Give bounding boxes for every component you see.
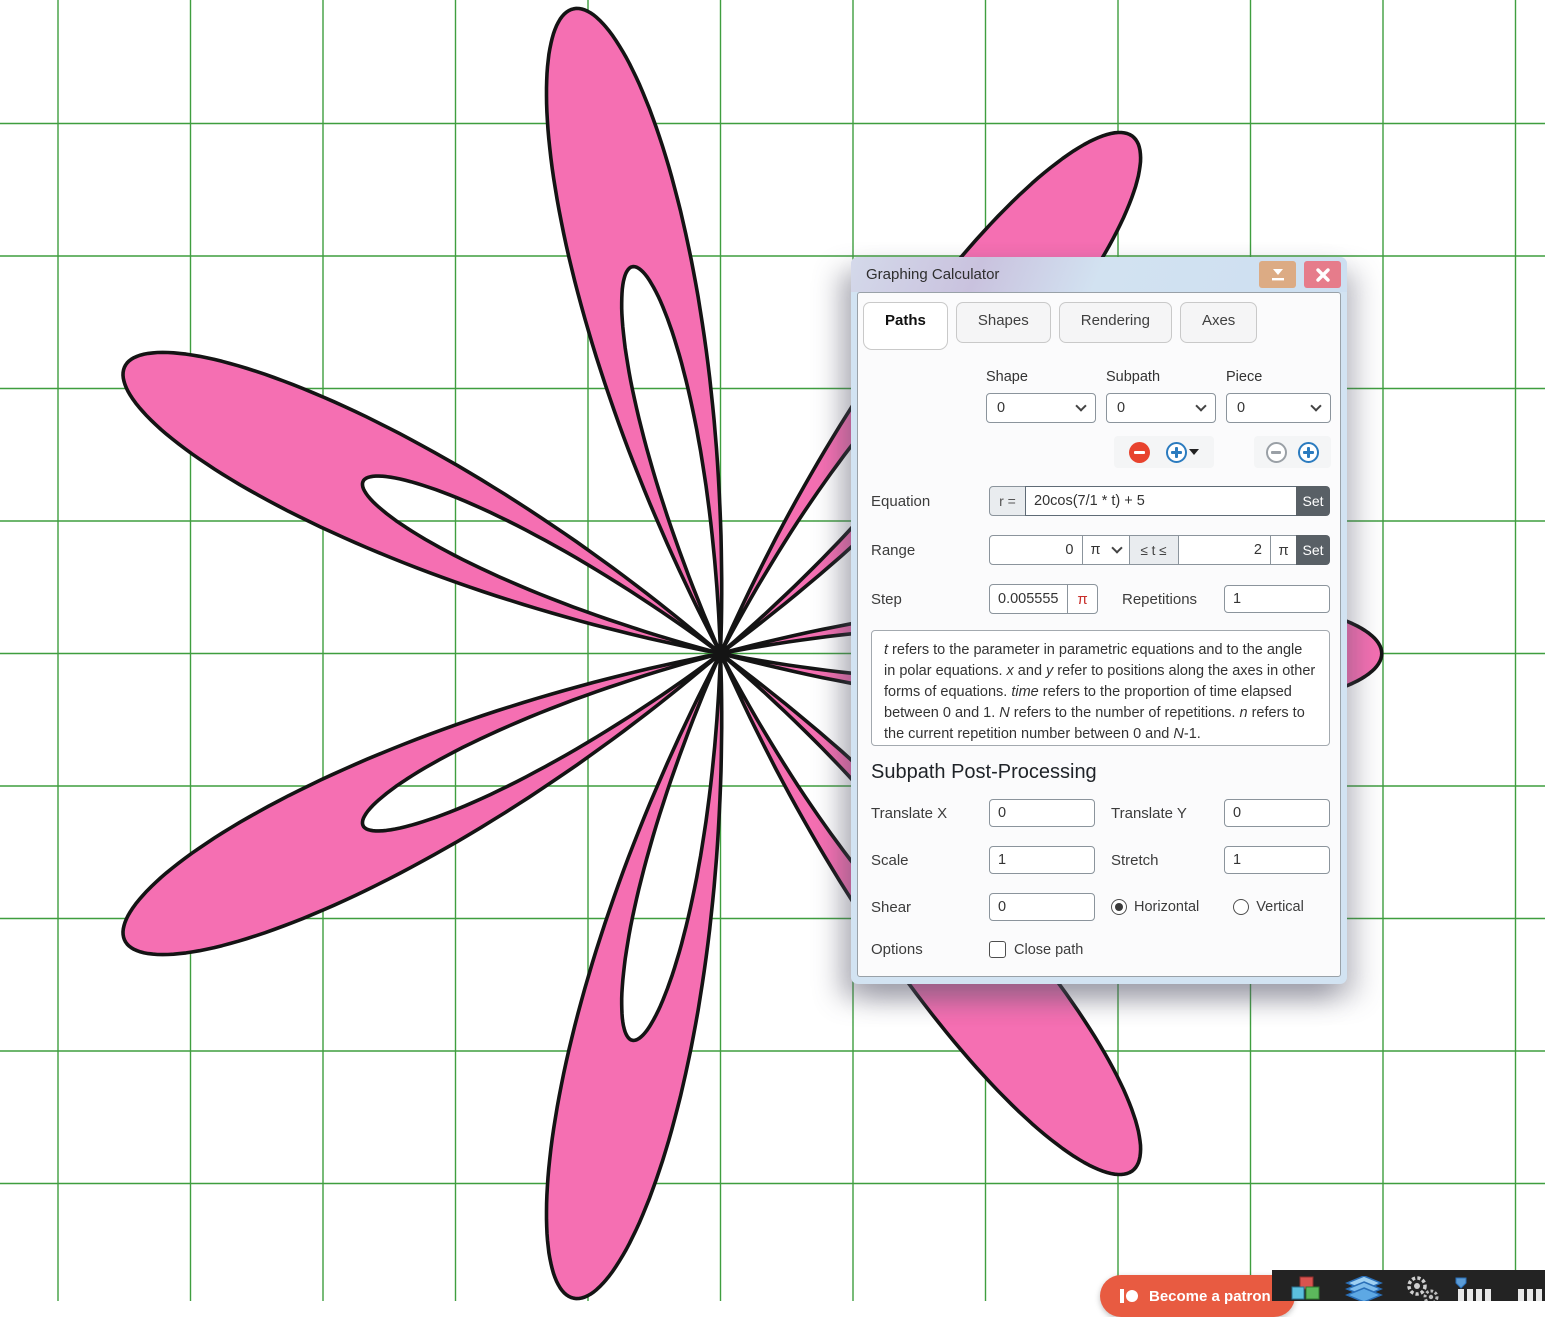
shear-label: Shear (871, 899, 989, 916)
dialog-panel: Paths Shapes Rendering Axes Shape Subpat… (857, 292, 1341, 977)
piece-remove-button[interactable] (1266, 442, 1287, 463)
chevron-down-icon (1111, 542, 1122, 553)
shear-vertical-label: Vertical (1256, 899, 1304, 915)
collapse-icon (1269, 268, 1287, 282)
stretch-label: Stretch (1111, 852, 1210, 869)
subpath-label: Subpath (1106, 369, 1160, 385)
graphing-calculator-dialog: Graphing Calculator Paths Shapes Renderi… (851, 257, 1347, 984)
piece-buttons-strip (1254, 436, 1331, 468)
scale-input[interactable] (989, 846, 1095, 874)
level-meter-icon[interactable] (1454, 1276, 1500, 1301)
options-label: Options (871, 941, 989, 958)
shear-input[interactable] (989, 893, 1095, 921)
dialog-title: Graphing Calculator (866, 266, 999, 283)
tab-paths[interactable]: Paths (863, 302, 948, 350)
close-icon (1316, 268, 1330, 282)
shear-horizontal-radio[interactable] (1111, 899, 1127, 915)
range-min-unit-select[interactable]: π (1082, 535, 1130, 565)
post-processing-heading: Subpath Post-Processing (871, 761, 1097, 784)
shape-label: Shape (986, 369, 1028, 385)
range-min-input[interactable] (989, 535, 1083, 565)
close-button[interactable] (1304, 261, 1341, 288)
close-path-label: Close path (1014, 942, 1083, 958)
translate-x-label: Translate X (871, 805, 989, 822)
equation-prefix: r = (989, 486, 1026, 516)
range-label: Range (871, 542, 989, 559)
chevron-down-icon (1310, 400, 1321, 411)
tab-axes[interactable]: Axes (1180, 302, 1257, 343)
translate-x-input[interactable] (989, 799, 1095, 827)
blocks-icon[interactable] (1288, 1276, 1324, 1301)
subpath-add-button[interactable] (1166, 442, 1187, 463)
step-label: Step (871, 591, 989, 608)
piece-label: Piece (1226, 369, 1262, 385)
range-set-button[interactable]: Set (1296, 535, 1330, 565)
close-path-checkbox[interactable] (989, 941, 1006, 958)
shear-vertical-radio[interactable] (1233, 899, 1249, 915)
layers-icon[interactable] (1344, 1276, 1384, 1301)
translate-y-label: Translate Y (1111, 805, 1210, 822)
equation-label: Equation (871, 493, 989, 510)
scale-label: Scale (871, 852, 989, 869)
tab-shapes[interactable]: Shapes (956, 302, 1051, 343)
piece-add-button[interactable] (1298, 442, 1319, 463)
taskbar (1272, 1270, 1545, 1301)
step-input[interactable] (989, 584, 1068, 614)
become-a-patron-button[interactable]: Become a patron (1100, 1275, 1295, 1317)
translate-y-input[interactable] (1224, 799, 1330, 827)
shape-select[interactable]: 0 (986, 393, 1096, 423)
equation-input[interactable] (1025, 486, 1297, 516)
subpath-select[interactable]: 0 (1106, 393, 1216, 423)
shear-horizontal-label: Horizontal (1134, 899, 1199, 915)
step-unit: π (1067, 584, 1098, 614)
chevron-down-icon (1195, 400, 1206, 411)
subpath-buttons-strip (1114, 436, 1214, 468)
range-max-unit: π (1270, 535, 1297, 565)
equation-set-button[interactable]: Set (1296, 486, 1330, 516)
repetitions-label: Repetitions (1122, 591, 1197, 608)
stretch-input[interactable] (1224, 846, 1330, 874)
tab-bar: Paths Shapes Rendering Axes (863, 302, 1257, 350)
tab-rendering[interactable]: Rendering (1059, 302, 1172, 343)
parameter-help-text: t refers to the parameter in parametric … (871, 630, 1330, 746)
range-max-input[interactable] (1178, 535, 1272, 565)
level-meter-icon[interactable] (1518, 1276, 1545, 1301)
collapse-button[interactable] (1259, 261, 1296, 288)
dialog-titlebar[interactable]: Graphing Calculator (851, 257, 1347, 292)
gears-icon[interactable] (1404, 1276, 1444, 1301)
range-bounds-label: ≤ t ≤ (1129, 535, 1179, 565)
subpath-add-menu-caret[interactable] (1189, 449, 1199, 455)
chevron-down-icon (1075, 400, 1086, 411)
repetitions-input[interactable] (1224, 585, 1330, 613)
piece-select[interactable]: 0 (1226, 393, 1331, 423)
subpath-remove-button[interactable] (1129, 442, 1150, 463)
